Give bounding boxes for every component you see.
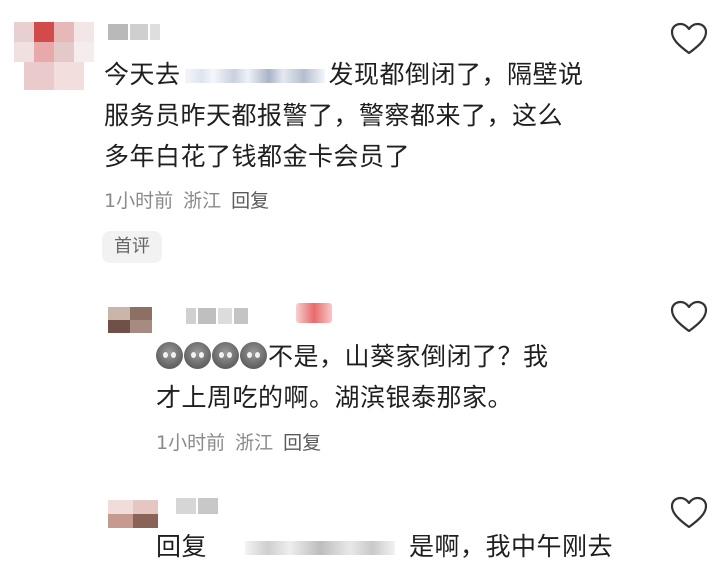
comment-text: 今天去 发现都倒闭了，隔壁说 服务员昨天都报警了，警察都来了，这么 多年白花了钱都… [104, 60, 584, 171]
username-blurred-pink [296, 303, 332, 323]
avatar[interactable] [14, 22, 94, 90]
comment-meta: 1小时前 浙江 回复 [156, 428, 331, 455]
cool-pig-emoji-icon [212, 342, 239, 369]
first-comment-badge: 首评 [102, 231, 162, 263]
redacted-text [184, 69, 325, 83]
username-blurred[interactable] [108, 24, 162, 40]
timestamp: 1小时前 [104, 190, 174, 212]
username-blurred[interactable] [176, 498, 220, 514]
like-heart-icon[interactable] [670, 300, 708, 334]
comment-text: 不是，山葵家倒闭了？我 才上周吃的啊。湖滨银泰那家。 [156, 342, 549, 412]
comment-meta: 1小时前 浙江 回复 [104, 186, 279, 213]
location: 浙江 [183, 190, 222, 212]
like-heart-icon[interactable] [670, 22, 708, 56]
location: 浙江 [235, 432, 274, 454]
reply-button[interactable]: 回复 [231, 190, 269, 212]
cool-pig-emoji-icon [240, 342, 267, 369]
username-blurred[interactable] [186, 308, 250, 324]
timestamp: 1小时前 [156, 432, 226, 454]
reply-button[interactable]: 回复 [283, 432, 321, 454]
cool-pig-emoji-icon [156, 342, 183, 369]
comment-text: 回复 是啊，我中午刚去 [156, 532, 614, 561]
avatar[interactable] [108, 500, 158, 528]
cool-pig-emoji-icon [184, 342, 211, 369]
like-heart-icon[interactable] [670, 496, 708, 530]
avatar[interactable] [108, 307, 152, 333]
